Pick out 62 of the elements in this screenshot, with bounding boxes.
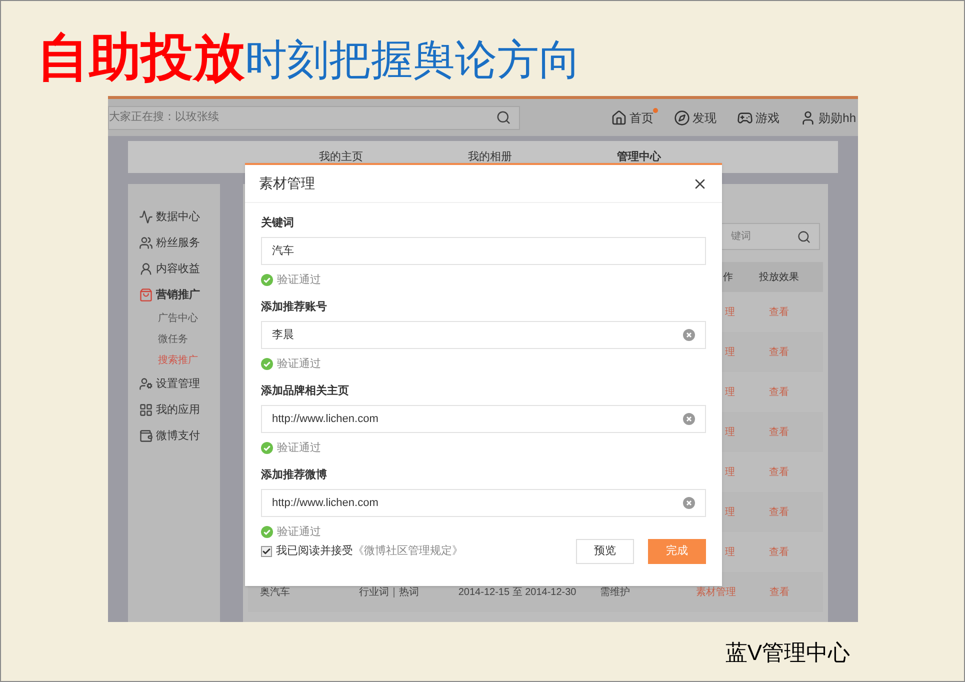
field-label: 添加推荐账号 <box>261 300 328 315</box>
text-field[interactable]: http://www.lichen.com <box>261 405 706 433</box>
field-label: 添加品牌相关主页 <box>261 384 350 399</box>
search-icon[interactable] <box>797 230 811 244</box>
bag-icon <box>139 288 153 302</box>
sidebar-item[interactable]: 设置管理 <box>139 371 220 397</box>
text-field[interactable]: 汽车 <box>261 237 706 265</box>
preview-button[interactable]: 预览 <box>576 539 634 564</box>
sidebar-item[interactable]: 营销推广 <box>139 282 220 308</box>
user-icon <box>800 110 816 126</box>
user-icon <box>139 262 153 276</box>
check-circle-icon <box>261 358 273 370</box>
text-field[interactable]: http://www.lichen.com <box>261 489 706 517</box>
tab[interactable]: 我的主页 <box>319 148 363 166</box>
tab[interactable]: 我的相册 <box>468 148 512 166</box>
grid-icon <box>139 403 153 417</box>
sidebar-subitem[interactable]: 微任务 <box>139 329 220 350</box>
column-header: 作 <box>722 270 734 284</box>
validation-message: 验证通过 <box>277 356 321 372</box>
chart-line-icon <box>139 210 153 224</box>
agreement-text: 我已阅读并接受 <box>276 544 353 560</box>
checkbox[interactable] <box>261 546 272 557</box>
field-label: 添加推荐微博 <box>261 468 328 483</box>
check-circle-icon <box>261 274 273 286</box>
field-label: 关键词 <box>261 216 295 231</box>
dialog-title: 素材管理 <box>259 174 315 193</box>
nav-link[interactable]: 发现 <box>674 108 717 126</box>
check-circle-icon <box>261 442 273 454</box>
slide-title-highlight: 自助投放 <box>37 32 245 84</box>
text-field[interactable]: 李晨 <box>261 321 706 349</box>
wallet-icon <box>139 429 153 443</box>
validation-message: 验证通过 <box>277 524 321 540</box>
sidebar-item[interactable]: 内容收益 <box>139 256 220 282</box>
sidebar-item[interactable]: 粉丝服务 <box>139 230 220 256</box>
tab[interactable]: 管理中心 <box>617 148 661 166</box>
nav-link[interactable]: 首页 <box>610 108 654 126</box>
users-icon <box>139 236 153 250</box>
compass-icon <box>674 110 690 126</box>
nav-link[interactable]: 勋勋hh <box>800 108 856 126</box>
slide-title: 时刻把握舆论方向 <box>245 39 581 81</box>
check-circle-icon <box>261 526 273 538</box>
validation-message: 验证通过 <box>277 272 321 288</box>
home-icon <box>610 110 627 126</box>
clear-icon[interactable] <box>683 413 695 425</box>
gamepad-icon <box>736 110 753 126</box>
clear-icon[interactable] <box>683 497 695 509</box>
rules-link[interactable]: 《微博社区管理规定》 <box>353 543 463 560</box>
table-cell-text: 需维护 <box>599 586 632 600</box>
table-cell-text: 2014-12-15 至 2014-12-30 <box>457 586 578 600</box>
table-cell-text: 行业词｜热词 <box>358 586 420 600</box>
slide-caption: 蓝V管理中心 <box>725 639 850 667</box>
sidebar-item[interactable]: 数据中心 <box>139 204 220 230</box>
validation-message: 验证通过 <box>277 440 321 456</box>
sidebar-subitem[interactable]: 广告中心 <box>139 308 220 329</box>
nav-link[interactable]: 游戏 <box>736 108 780 126</box>
table-cell-text: 奥汽车 <box>259 586 291 600</box>
search-icon[interactable] <box>496 110 511 125</box>
sidebar-item[interactable]: 微博支付 <box>139 423 220 449</box>
column-header: 投放效果 <box>758 270 800 284</box>
user-gear-icon <box>139 377 153 391</box>
clear-icon[interactable] <box>683 329 695 341</box>
sidebar-item[interactable]: 我的应用 <box>139 397 220 423</box>
